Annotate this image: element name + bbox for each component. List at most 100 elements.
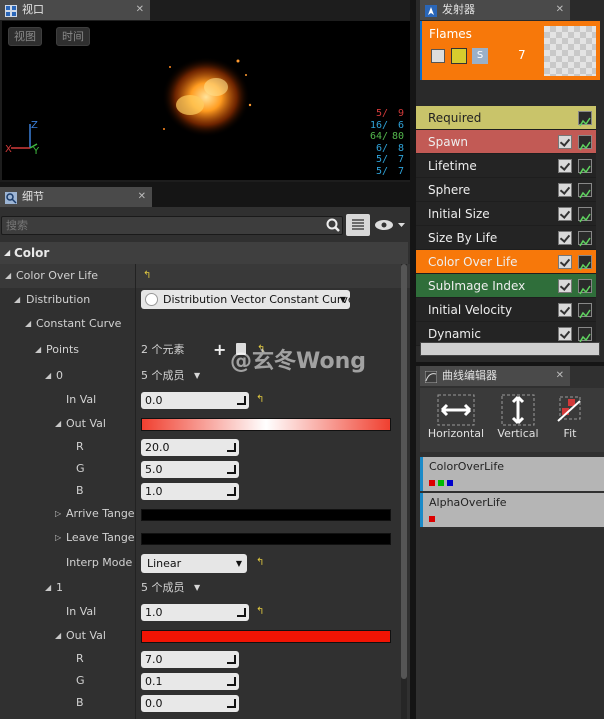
in-val-field[interactable]: 1.0 [141,604,249,621]
module-label: SubImage Index [428,279,526,293]
module-enable-checkbox[interactable] [558,159,572,173]
module-enable-checkbox[interactable] [558,303,572,317]
reset-arrow-icon[interactable]: ↰ [143,264,151,288]
resize-handle-icon [237,608,246,617]
fit-icon [550,393,590,427]
graph-icon[interactable] [578,135,592,151]
prop-label: G [76,674,85,687]
chevron-down-icon[interactable]: ▼ [194,576,200,600]
category-color[interactable]: ◢ Color [0,242,408,264]
reset-arrow-icon[interactable]: ↰ [256,606,264,617]
module-sphere[interactable]: Sphere [416,178,596,202]
module-enable-checkbox[interactable] [558,327,572,341]
eye-visibility-icon[interactable] [374,218,408,232]
module-subimage-index[interactable]: SubImage Index [416,274,596,298]
resize-handle-icon [227,655,236,664]
viewport-time-button[interactable]: 时间 [56,27,90,46]
out-val-color-swatch[interactable] [141,630,391,643]
point-index: 1 [56,581,63,594]
tab-details[interactable]: 细节 ✕ [0,187,152,207]
graph-icon[interactable] [578,111,592,127]
expand-arrow-icon: ◢ [35,345,42,354]
graph-icon[interactable] [578,207,592,223]
tab-curve-editor[interactable]: 曲线编辑器 ✕ [420,366,570,386]
module-lifetime[interactable]: Lifetime [416,154,596,178]
module-size-by-life[interactable]: Size By Life [416,226,596,250]
vertical-button[interactable]: Vertical [494,393,542,449]
emitter-header[interactable]: Flames S 7 [420,21,600,80]
details-search-input[interactable]: 搜索 [1,216,343,235]
chevron-down-icon[interactable]: ▼ [194,364,200,388]
curve-track-alpha[interactable]: AlphaOverLife [420,493,604,527]
prop-constant-curve[interactable]: ◢ Constant Curve [0,312,410,336]
graph-icon[interactable] [578,255,592,271]
expand-arrow-icon: ◢ [55,419,62,428]
b-field[interactable]: 1.0 [141,483,239,500]
graph-icon[interactable] [578,183,592,199]
close-icon[interactable]: ✕ [136,0,144,20]
tab-viewport[interactable]: 视口 ✕ [0,0,150,20]
b-field[interactable]: 0.0 [141,695,239,712]
column-splitter[interactable] [135,264,136,719]
prop-label: Color Over Life [16,269,98,282]
curve-track-color[interactable]: ColorOverLife [420,457,604,491]
red-channel[interactable] [429,480,435,486]
close-icon[interactable]: ✕ [556,0,564,20]
search-icon[interactable] [326,218,340,237]
module-enable-checkbox[interactable] [558,207,572,221]
out-val-color-swatch[interactable] [141,418,391,431]
distribution-dropdown[interactable]: Distribution Vector Constant Curve ▼ [141,290,350,309]
render-mode-icon[interactable] [451,48,467,64]
list-view-button[interactable] [346,214,370,236]
emitter-scrollbar[interactable] [420,342,600,356]
r-field[interactable]: 20.0 [141,439,239,456]
g-field[interactable]: 0.1 [141,673,239,690]
arrive-tangent-swatch[interactable] [141,509,391,521]
details-scrollbar[interactable] [401,264,407,719]
horizontal-button[interactable]: Horizontal [424,393,488,449]
module-spawn[interactable]: Spawn [416,130,596,154]
prop-color-over-life[interactable]: ◢ Color Over Life ↰ [0,264,410,288]
in-val-value: 0.0 [145,394,163,407]
scrollbar-thumb[interactable] [401,264,407,679]
stat-peak: 7 [397,165,404,177]
module-enable-checkbox[interactable] [558,135,572,149]
r-field[interactable]: 7.0 [141,651,239,668]
leave-tangent-swatch[interactable] [141,533,391,545]
solo-button[interactable]: S [472,48,488,64]
graph-icon[interactable] [578,327,592,343]
green-channel[interactable] [438,480,444,486]
module-color-over-life[interactable]: Color Over Life [416,250,596,274]
module-required[interactable]: Required [416,106,596,130]
graph-icon[interactable] [578,231,592,247]
interp-mode-dropdown[interactable]: Linear ▼ [141,554,247,573]
module-enable-checkbox[interactable] [558,183,572,197]
module-initial-velocity[interactable]: Initial Velocity [416,298,596,322]
stat-line: 16/6 [364,120,404,132]
reset-arrow-icon[interactable]: ↰ [256,557,264,568]
blue-channel[interactable] [447,480,453,486]
close-icon[interactable]: ✕ [138,187,146,207]
curve-graph-area[interactable] [420,529,604,719]
module-enable-checkbox[interactable] [558,255,572,269]
g-field[interactable]: 5.0 [141,461,239,478]
module-enable-checkbox[interactable] [558,231,572,245]
close-icon[interactable]: ✕ [556,366,564,386]
alpha-channel[interactable] [429,516,435,522]
stat-current: 5/ [375,154,388,165]
graph-icon[interactable] [578,159,592,175]
emitter-enable-checkbox[interactable] [431,49,445,63]
in-val-field[interactable]: 0.0 [141,392,249,409]
reset-arrow-icon[interactable]: ↰ [256,394,264,405]
collapse-arrow-icon: ◢ [4,248,11,257]
add-element-icon[interactable]: + [213,338,226,362]
fit-button[interactable]: Fit [550,393,590,449]
module-initial-size[interactable]: Initial Size [416,202,596,226]
graph-icon[interactable] [578,303,592,319]
module-enable-checkbox[interactable] [558,279,572,293]
tab-emitter[interactable]: 发射器 ✕ [420,0,570,20]
point-1[interactable]: ◢ 1 5 个成员 ▼ [0,576,410,600]
module-label: Initial Velocity [428,303,513,317]
graph-icon[interactable] [578,279,592,295]
viewport-view-button[interactable]: 视图 [8,27,42,46]
